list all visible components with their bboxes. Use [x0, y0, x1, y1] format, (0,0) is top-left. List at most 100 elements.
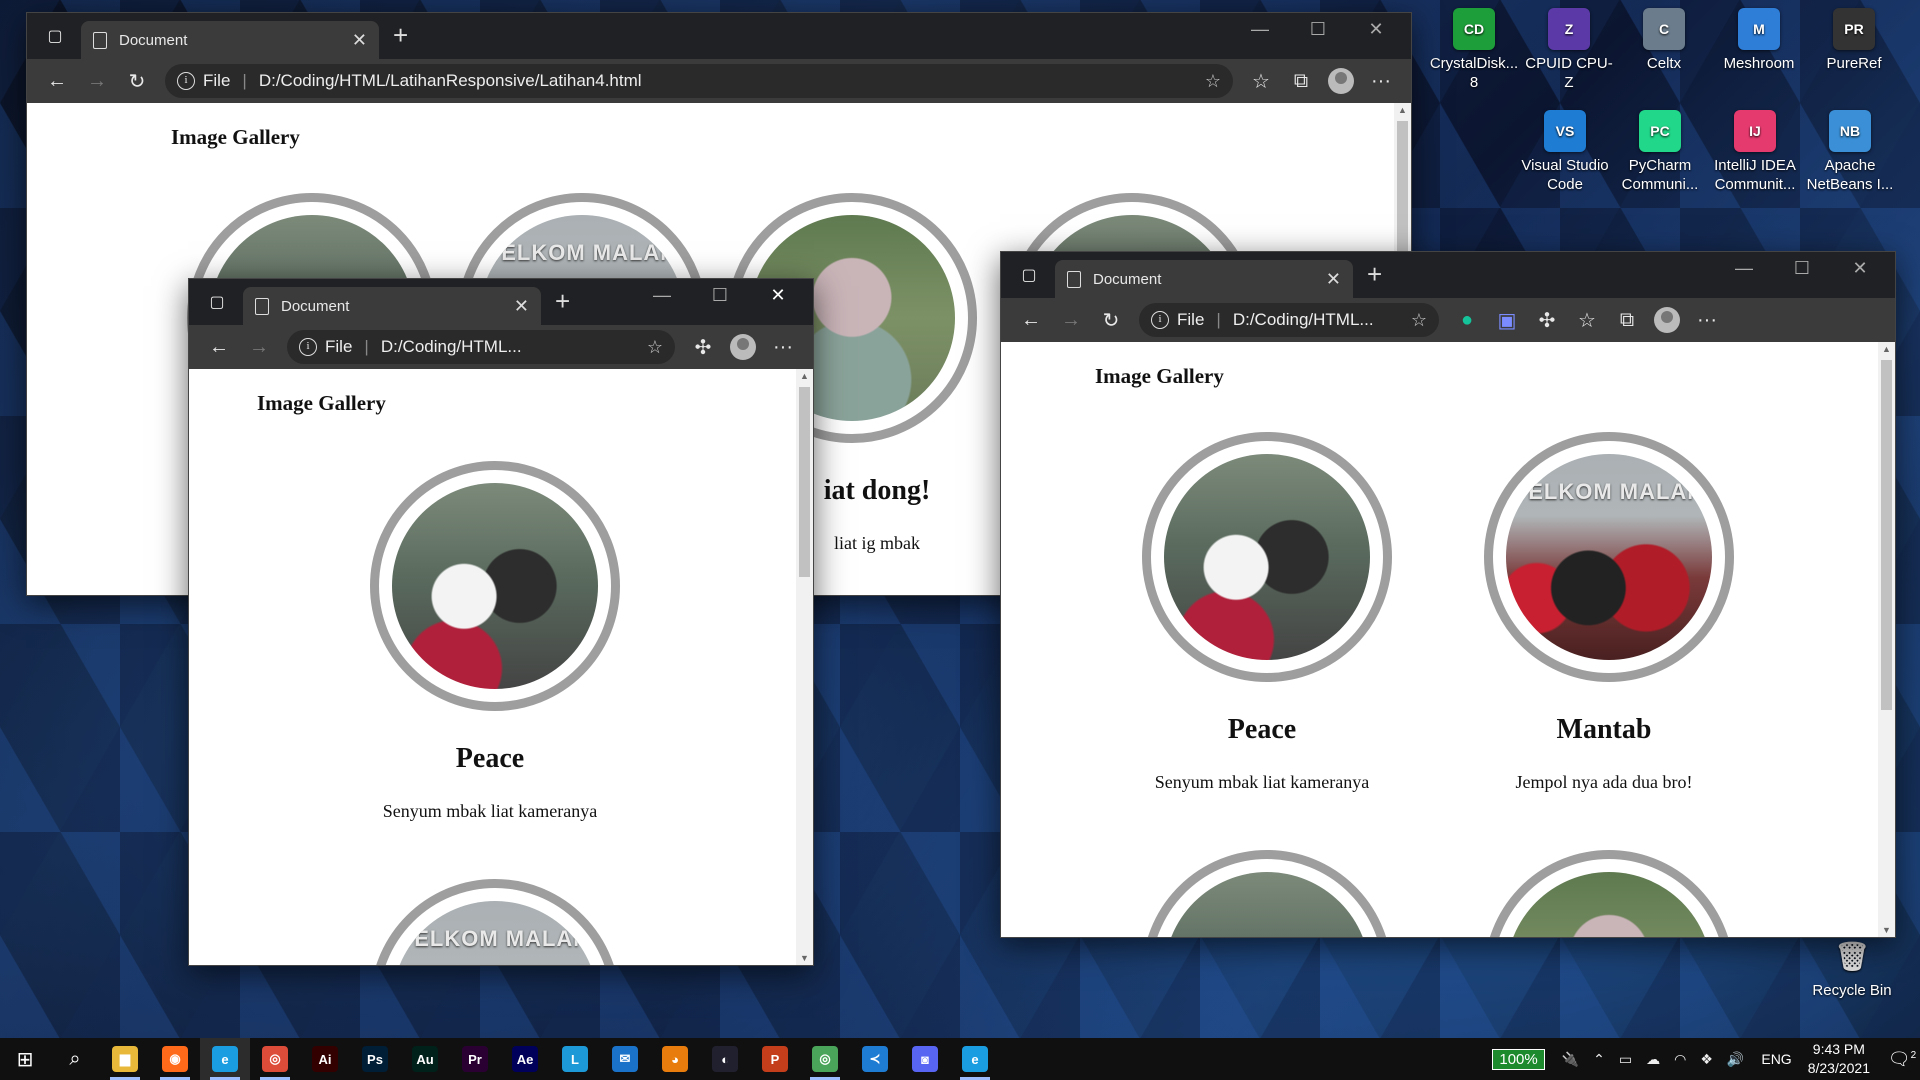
tab-actions-icon[interactable]: ▢: [199, 284, 235, 320]
collections-icon[interactable]: ⧉: [1281, 63, 1321, 99]
cloud-icon[interactable]: ☁: [1646, 1051, 1660, 1068]
scroll-down-icon[interactable]: ▼: [1878, 925, 1895, 935]
taskbar-chrome-profile[interactable]: ◎: [800, 1038, 850, 1080]
taskbar-firefox[interactable]: ◉: [150, 1038, 200, 1080]
add-favorite-icon[interactable]: ☆: [1205, 71, 1221, 92]
browser-window-left[interactable]: ▢ Document ✕ + — ☐ ✕ ← → i File | D:/Cod…: [188, 278, 814, 966]
search-button[interactable]: ⌕: [50, 1038, 100, 1080]
favorites-icon[interactable]: ☆: [1241, 63, 1281, 99]
chevron-up-icon[interactable]: ⌃: [1593, 1051, 1605, 1068]
taskbar-discord[interactable]: ◙: [900, 1038, 950, 1080]
tab-document[interactable]: Document ✕: [243, 287, 541, 325]
taskbar-edge[interactable]: e: [200, 1038, 250, 1080]
scroll-thumb[interactable]: [799, 387, 810, 577]
volume-icon[interactable]: 🔊: [1727, 1051, 1744, 1068]
taskbar-blender[interactable]: ◕: [650, 1038, 700, 1080]
forward-arrow-icon[interactable]: →: [1051, 302, 1091, 338]
tab-document[interactable]: Document ✕: [81, 21, 379, 59]
refresh-icon[interactable]: ↻: [1091, 302, 1131, 338]
profile-icon[interactable]: [1647, 302, 1687, 338]
close-tab-icon[interactable]: ✕: [1326, 269, 1341, 290]
wifi-icon[interactable]: ◠: [1674, 1051, 1686, 1068]
scroll-up-icon[interactable]: ▲: [1394, 105, 1411, 115]
forward-arrow-icon[interactable]: →: [77, 63, 117, 99]
info-icon[interactable]: i: [177, 72, 195, 90]
taskbar-chrome[interactable]: ◎: [250, 1038, 300, 1080]
back-arrow-icon[interactable]: ←: [1011, 302, 1051, 338]
new-tab-icon[interactable]: +: [393, 20, 408, 51]
taskbar-libreoffice[interactable]: L: [550, 1038, 600, 1080]
add-favorite-icon[interactable]: ☆: [1411, 310, 1427, 331]
language-indicator[interactable]: ENG: [1761, 1051, 1791, 1067]
tab-actions-icon[interactable]: ▢: [37, 18, 73, 54]
more-menu-icon[interactable]: ···: [1687, 302, 1727, 338]
notification-center[interactable]: 🗨2: [1884, 1049, 1920, 1070]
desktop-icon[interactable]: PC PyCharm Communi...: [1614, 110, 1706, 194]
profile-icon[interactable]: [1321, 63, 1361, 99]
minimize-icon[interactable]: —: [1231, 19, 1289, 40]
add-favorite-icon[interactable]: ☆: [647, 337, 663, 358]
extension-icon[interactable]: ▣: [1487, 302, 1527, 338]
maximize-icon[interactable]: ☐: [691, 285, 749, 306]
more-menu-icon[interactable]: ···: [763, 329, 803, 365]
taskbar-photoshop[interactable]: Ps: [350, 1038, 400, 1080]
desktop-icon[interactable]: IJ IntelliJ IDEA Communit...: [1709, 110, 1801, 194]
taskbar-vscode[interactable]: ≺: [850, 1038, 900, 1080]
info-icon[interactable]: i: [1151, 311, 1169, 329]
close-window-icon[interactable]: ✕: [1347, 19, 1405, 40]
scroll-up-icon[interactable]: ▲: [796, 371, 813, 381]
taskbar-file-explorer[interactable]: ▆: [100, 1038, 150, 1080]
power-plug-icon[interactable]: 🔌: [1562, 1051, 1579, 1068]
minimize-icon[interactable]: —: [633, 285, 691, 306]
maximize-icon[interactable]: ☐: [1773, 258, 1831, 279]
extensions-icon[interactable]: ✣: [683, 329, 723, 365]
start-button[interactable]: ⊞: [0, 1038, 50, 1080]
battery-icon[interactable]: ▭: [1619, 1051, 1632, 1068]
more-menu-icon[interactable]: ···: [1361, 63, 1401, 99]
favorites-icon[interactable]: ☆: [1567, 302, 1607, 338]
back-arrow-icon[interactable]: ←: [37, 63, 77, 99]
dropbox-icon[interactable]: ❖: [1700, 1051, 1713, 1068]
desktop-icon[interactable]: Z CPUID CPU-Z: [1523, 8, 1615, 92]
close-tab-icon[interactable]: ✕: [514, 296, 529, 317]
recycle-bin[interactable]: 🗑 Recycle Bin: [1806, 935, 1898, 1000]
close-tab-icon[interactable]: ✕: [352, 30, 367, 51]
desktop-icon[interactable]: M Meshroom: [1713, 8, 1805, 73]
desktop-icon[interactable]: PR PureRef: [1808, 8, 1900, 73]
address-bar[interactable]: i File | D:/Coding/HTML... ☆: [1139, 303, 1439, 337]
scrollbar[interactable]: ▲ ▼: [1878, 342, 1895, 937]
taskbar-after-effects[interactable]: Ae: [500, 1038, 550, 1080]
clock[interactable]: 9:43 PM 8/23/2021: [1808, 1040, 1870, 1078]
tab-actions-icon[interactable]: ▢: [1011, 257, 1047, 293]
scrollbar[interactable]: ▲ ▼: [796, 369, 813, 965]
maximize-icon[interactable]: ☐: [1289, 19, 1347, 40]
address-bar[interactable]: i File | D:/Coding/HTML... ☆: [287, 330, 675, 364]
forward-arrow-icon[interactable]: →: [239, 329, 279, 365]
scroll-thumb[interactable]: [1881, 360, 1892, 710]
close-window-icon[interactable]: ✕: [749, 285, 807, 306]
taskbar-premiere[interactable]: Pr: [450, 1038, 500, 1080]
taskbar-mail[interactable]: ✉: [600, 1038, 650, 1080]
taskbar-audition[interactable]: Au: [400, 1038, 450, 1080]
taskbar-powerpoint[interactable]: P: [750, 1038, 800, 1080]
new-tab-icon[interactable]: +: [1367, 259, 1382, 290]
taskbar-edge-2[interactable]: e: [950, 1038, 1000, 1080]
profile-icon[interactable]: [723, 329, 763, 365]
scroll-up-icon[interactable]: ▲: [1878, 344, 1895, 354]
taskbar-illustrator[interactable]: Ai: [300, 1038, 350, 1080]
desktop-icon[interactable]: C Celtx: [1618, 8, 1710, 73]
desktop-icon[interactable]: VS Visual Studio Code: [1519, 110, 1611, 194]
info-icon[interactable]: i: [299, 338, 317, 356]
desktop-icon[interactable]: NB Apache NetBeans I...: [1804, 110, 1896, 194]
grammarly-icon[interactable]: ●: [1447, 302, 1487, 338]
back-arrow-icon[interactable]: ←: [199, 329, 239, 365]
battery-indicator[interactable]: 100%: [1492, 1048, 1545, 1070]
scroll-down-icon[interactable]: ▼: [796, 953, 813, 963]
browser-window-right[interactable]: ▢ Document ✕ + — ☐ ✕ ← → ↻ i File | D:/C…: [1000, 251, 1896, 938]
minimize-icon[interactable]: —: [1715, 258, 1773, 279]
desktop-icon[interactable]: CD CrystalDisk... 8: [1428, 8, 1520, 92]
close-window-icon[interactable]: ✕: [1831, 258, 1889, 279]
collections-icon[interactable]: ⧉: [1607, 302, 1647, 338]
taskbar-cinema4d[interactable]: ◐: [700, 1038, 750, 1080]
tab-document[interactable]: Document ✕: [1055, 260, 1353, 298]
